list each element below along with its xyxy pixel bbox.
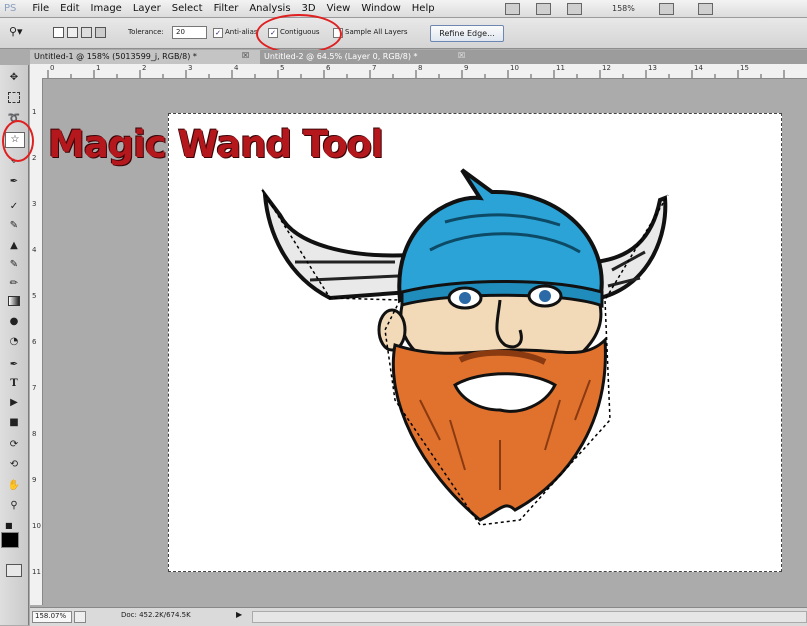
ruler-label: 2 xyxy=(32,154,37,162)
blur-icon[interactable]: ● xyxy=(5,315,23,329)
gradient-icon[interactable] xyxy=(5,296,23,310)
menu-filter[interactable]: Filter xyxy=(214,3,239,14)
menu-select[interactable]: Select xyxy=(172,3,203,14)
brush-icon[interactable]: ✎ xyxy=(5,219,23,233)
ruler-label: 10 xyxy=(32,522,41,530)
healing-icon[interactable]: ✓ xyxy=(5,200,23,214)
zoom-icon[interactable]: ⚲ xyxy=(5,499,23,513)
pen-icon[interactable]: ✒ xyxy=(5,358,23,372)
ruler-ticks xyxy=(47,70,785,78)
hand-icon[interactable]: ✋ xyxy=(5,479,23,493)
foreground-color-swatch[interactable] xyxy=(1,532,19,548)
menu-layer[interactable]: Layer xyxy=(133,3,161,14)
arrange-documents-icon[interactable] xyxy=(658,2,674,15)
view-extras-icon[interactable] xyxy=(567,2,582,15)
eraser-icon[interactable]: ✏ xyxy=(5,277,23,291)
ruler-label: 9 xyxy=(32,476,37,484)
type-icon[interactable]: T xyxy=(5,377,23,391)
vertical-ruler: 1 2 3 4 5 6 7 8 9 10 11 xyxy=(30,78,43,605)
add-selection-icon[interactable] xyxy=(67,27,78,38)
antialias-checkbox[interactable]: ✓ xyxy=(213,28,223,38)
menu-file[interactable]: File xyxy=(32,3,49,14)
tolerance-label: Tolerance: xyxy=(128,28,164,36)
intersect-selection-icon[interactable] xyxy=(95,27,106,38)
horizontal-ruler: 0 1 2 3 4 5 6 7 8 9 10 11 12 13 14 15 xyxy=(30,64,807,79)
mini-bridge-icon[interactable] xyxy=(536,2,551,15)
tab-untitled-1[interactable]: Untitled-1 @ 158% (5013599_j, RGB/8) * xyxy=(30,50,260,64)
document-tabs: Untitled-1 @ 158% (5013599_j, RGB/8) * ☒… xyxy=(30,50,807,64)
status-bar: 158.07% Doc: 452.2K/674.5K ▶ xyxy=(30,607,807,626)
status-menu-arrow-icon[interactable]: ▶ xyxy=(236,610,242,619)
ruler-label: 7 xyxy=(32,384,37,392)
menu-help[interactable]: Help xyxy=(412,3,435,14)
shape-icon[interactable]: ■ xyxy=(5,416,23,430)
ruler-label: 8 xyxy=(32,430,37,438)
menu-window[interactable]: Window xyxy=(361,3,400,14)
menu-image[interactable]: Image xyxy=(91,3,122,14)
3d-orbit-icon[interactable]: ⟲ xyxy=(5,458,23,472)
close-tab-icon[interactable]: ☒ xyxy=(242,51,249,60)
magic-wand-highlight-circle xyxy=(2,120,34,162)
tab-untitled-1-label: Untitled-1 @ 158% (5013599_j, RGB/8) * xyxy=(34,52,197,61)
screen-mode-icon[interactable] xyxy=(697,2,713,15)
menu-bar: PS File Edit Image Layer Select Filter A… xyxy=(0,0,807,18)
tool-preset-icon[interactable]: ⚲▾ xyxy=(9,25,23,38)
zoom-level[interactable]: 158% xyxy=(612,4,635,13)
options-bar: ⚲▾ Tolerance: 20 ✓ Anti-alias ✓ Contiguo… xyxy=(0,14,807,54)
refine-edge-button[interactable]: Refine Edge... xyxy=(430,25,504,42)
menu-analysis[interactable]: Analysis xyxy=(249,3,290,14)
contiguous-highlight-circle xyxy=(256,14,342,54)
move-icon[interactable]: ✥ xyxy=(5,71,23,85)
app-logo: PS xyxy=(4,3,17,14)
antialias-label: Anti-alias xyxy=(225,28,258,36)
eyedropper-icon[interactable]: ✒ xyxy=(5,175,23,189)
quick-mask-icon[interactable] xyxy=(6,564,22,577)
status-info-icon[interactable] xyxy=(74,611,86,623)
dodge-icon[interactable]: ◔ xyxy=(5,335,23,349)
marquee-icon[interactable] xyxy=(5,92,23,106)
tab-untitled-2[interactable]: Untitled-2 @ 64.5% (Layer 0, RGB/8) * xyxy=(260,50,476,64)
tab-untitled-2-label: Untitled-2 @ 64.5% (Layer 0, RGB/8) * xyxy=(264,52,418,61)
ruler-label: 5 xyxy=(32,292,37,300)
document-canvas[interactable] xyxy=(168,113,782,572)
close-tab-icon[interactable]: ☒ xyxy=(458,51,465,60)
stamp-icon[interactable]: ▲ xyxy=(5,239,23,253)
path-select-icon[interactable]: ▶ xyxy=(5,396,23,410)
viking-illustration xyxy=(261,168,669,526)
ruler-label: 1 xyxy=(32,108,37,116)
menu-view[interactable]: View xyxy=(327,3,351,14)
ruler-label: 11 xyxy=(32,568,41,576)
ruler-label: 3 xyxy=(32,200,37,208)
document-size: Doc: 452.2K/674.5K xyxy=(121,611,191,619)
menu-edit[interactable]: Edit xyxy=(60,3,79,14)
bridge-icon[interactable] xyxy=(505,2,520,15)
ruler-label: 6 xyxy=(32,338,37,346)
annotation-title: Magic Wand Tool xyxy=(48,123,384,166)
horizontal-scrollbar[interactable] xyxy=(252,611,807,623)
tools-panel: ✥ ➰ ☆ ⌖ ✒ ✓ ✎ ▲ ✎ ✏ ● ◔ ✒ T ▶ ■ ⟳ ⟲ ✋ ⚲ … xyxy=(0,65,34,625)
history-brush-icon[interactable]: ✎ xyxy=(5,258,23,272)
menu-3d[interactable]: 3D xyxy=(302,3,316,14)
3d-rotate-icon[interactable]: ⟳ xyxy=(5,438,23,452)
ruler-label: 4 xyxy=(32,246,37,254)
default-colors-icon[interactable]: ■ xyxy=(5,521,13,530)
tolerance-input[interactable]: 20 xyxy=(172,26,207,39)
subtract-selection-icon[interactable] xyxy=(81,27,92,38)
new-selection-icon[interactable] xyxy=(53,27,64,38)
sample-all-layers-label: Sample All Layers xyxy=(345,28,408,36)
status-zoom[interactable]: 158.07% xyxy=(32,611,72,623)
